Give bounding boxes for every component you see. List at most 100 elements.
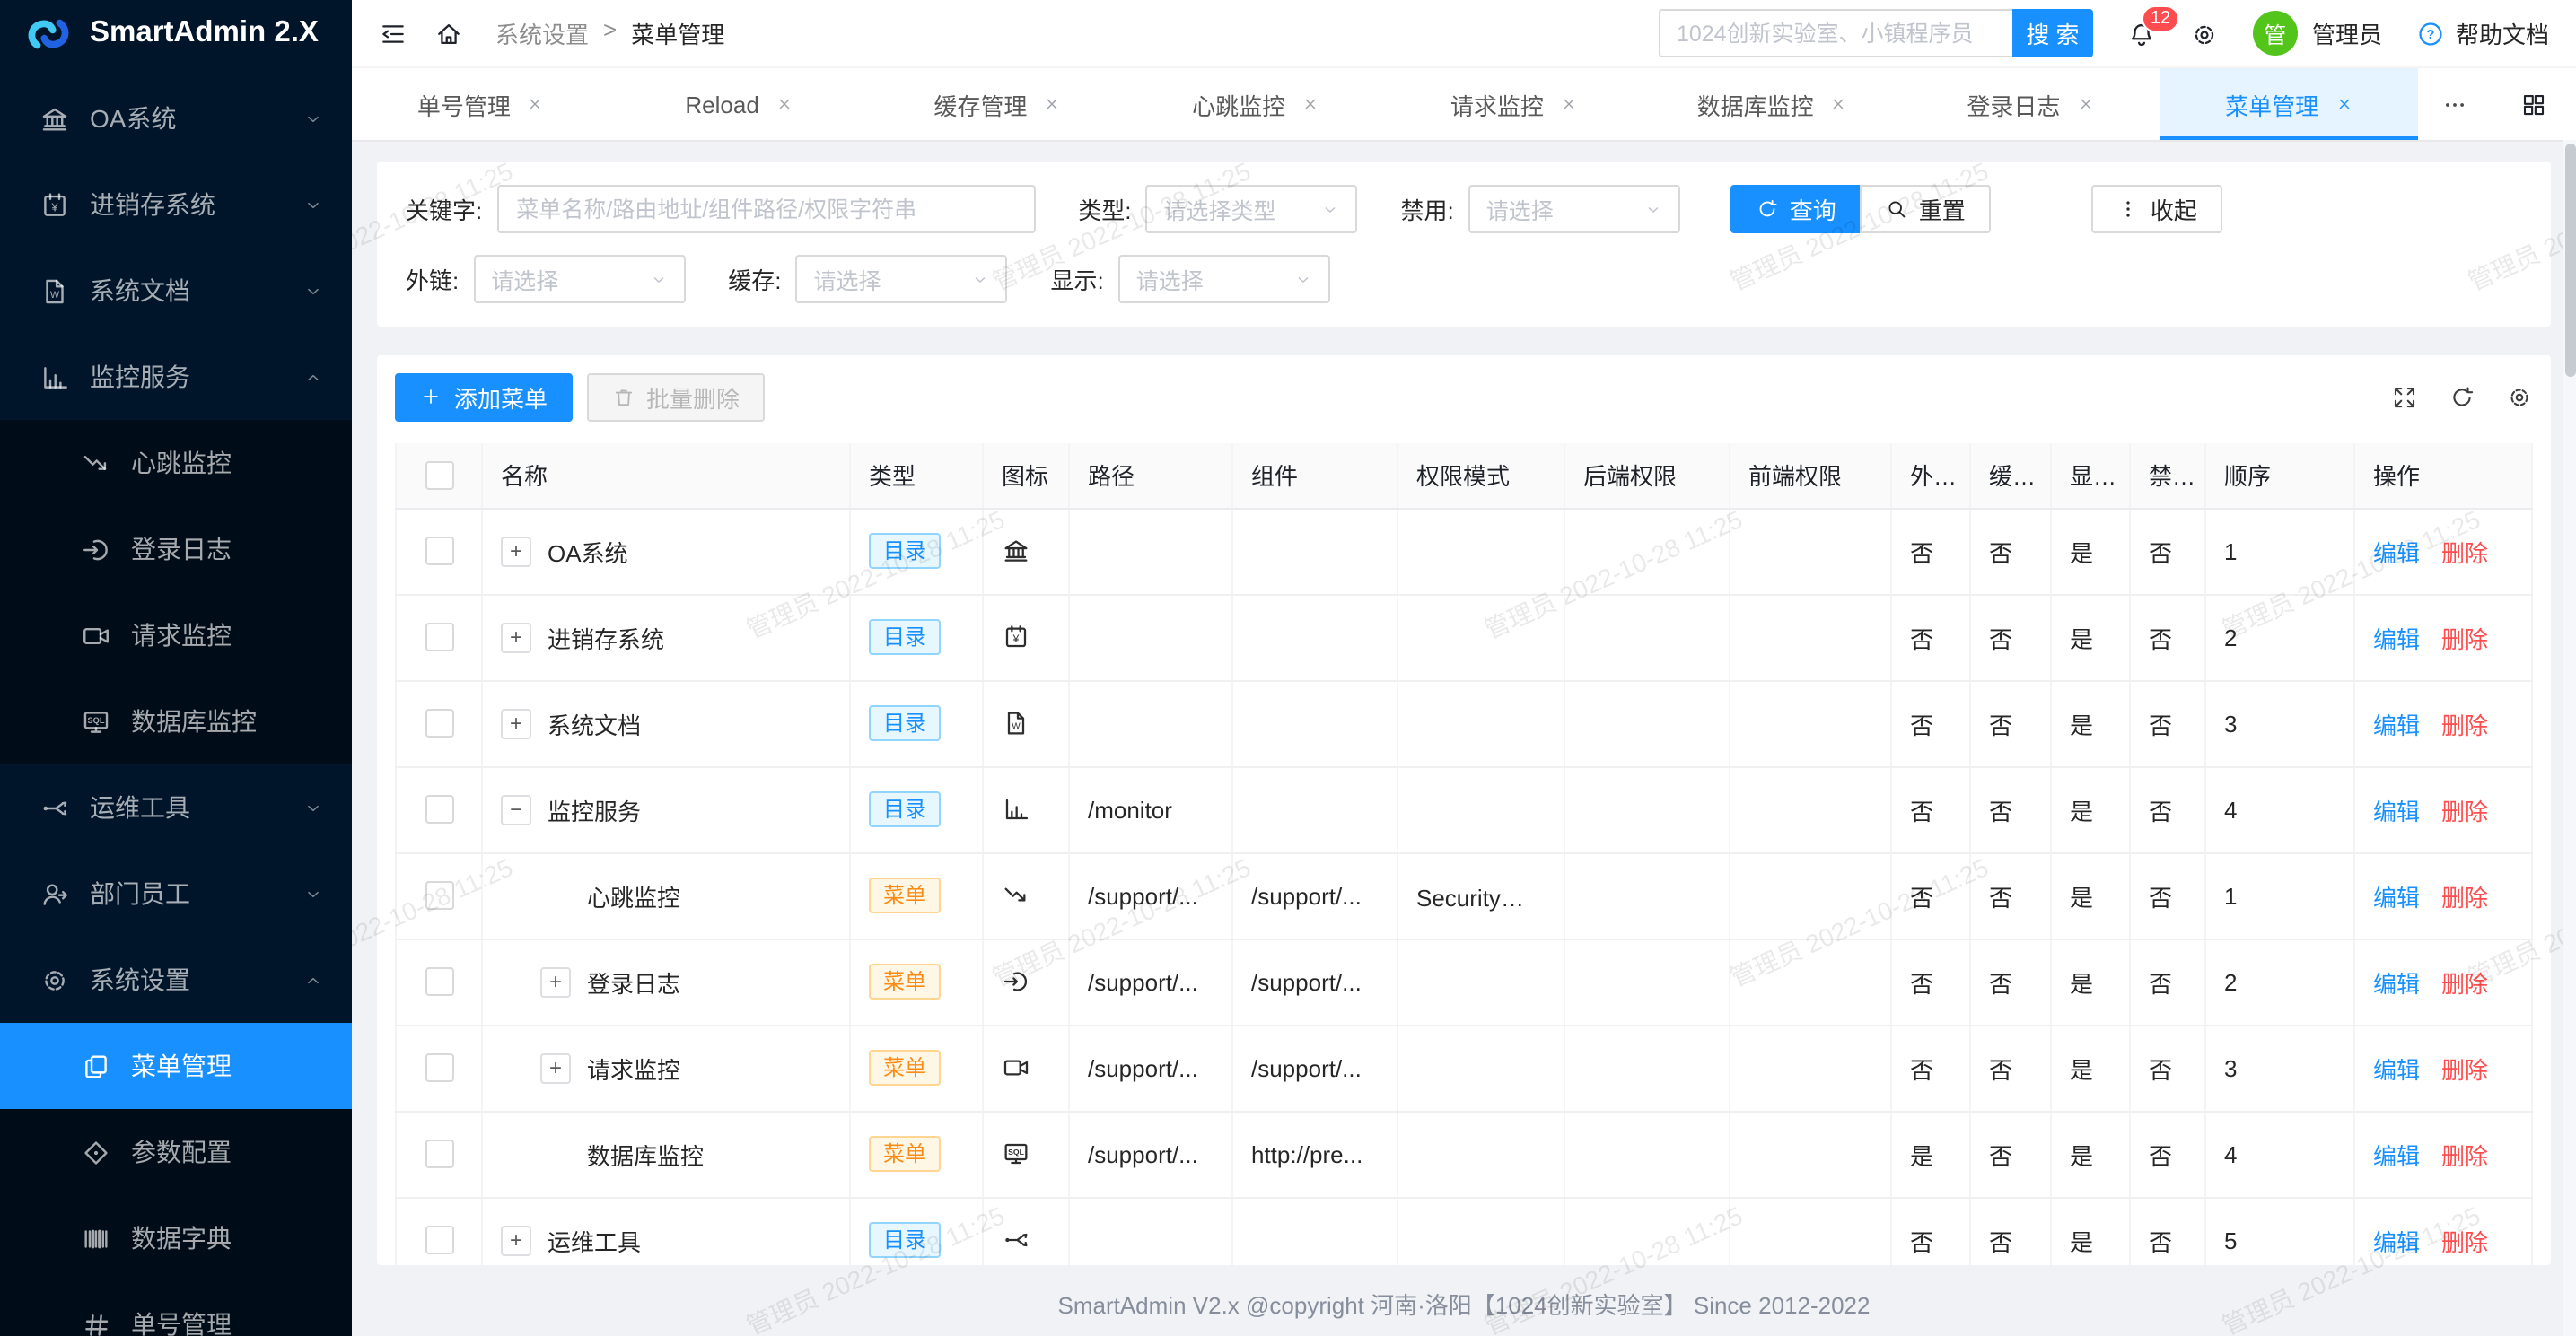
column-settings-icon[interactable] [2506,384,2533,411]
row-checkbox[interactable] [425,710,453,738]
close-icon[interactable] [1301,95,1319,113]
keyword-input[interactable] [496,185,1035,233]
expand-icon[interactable]: + [501,1225,531,1255]
edit-link[interactable]: 编辑 [2373,1228,2420,1255]
notification-bell[interactable]: 12 [2127,19,2156,48]
delete-link[interactable]: 删除 [2441,970,2488,997]
sidebar-item-params[interactable]: 参数配置 [0,1109,352,1195]
help-link[interactable]: ? 帮助文档 [2416,16,2549,50]
scrollbar-thumb[interactable] [2564,144,2575,377]
sidebar-item-request-monitor[interactable]: 请求监控 [0,592,352,678]
batch-delete-button[interactable]: 批量删除 [587,373,765,422]
icon-cell: W [983,680,1069,766]
type-tag: 菜单 [869,878,941,913]
sidebar-item-db-monitor[interactable]: SQL数据库监控 [0,678,352,764]
breadcrumb-parent[interactable]: 系统设置 [495,16,589,50]
scrollbar-track[interactable] [2563,140,2576,1336]
delete-link[interactable]: 删除 [2441,884,2488,911]
tab-serial[interactable]: 单号管理 [352,68,610,140]
close-icon[interactable] [1043,95,1061,113]
edit-link[interactable]: 编辑 [2373,970,2420,997]
sidebar-item-monitor[interactable]: 监控服务 [0,334,352,420]
sidebar-item-oa[interactable]: OA系统 [0,75,352,162]
disabled-select[interactable]: 请选择 [1468,185,1680,233]
menu-fold-icon[interactable] [379,19,407,48]
home-icon[interactable] [434,19,463,48]
close-icon[interactable] [527,95,545,113]
sidebar-item-heartbeat[interactable]: 心跳监控 [0,420,352,506]
expand-icon[interactable]: + [501,708,531,738]
delete-link[interactable]: 删除 [2441,798,2488,825]
external-cell: 否 [1891,939,1970,1025]
sidebar-item-ops[interactable]: 运维工具 [0,764,352,851]
sidebar-item-inventory[interactable]: ¥进销存系统 [0,162,352,248]
edit-link[interactable]: 编辑 [2373,1142,2420,1169]
sidebar-item-settings[interactable]: 系统设置 [0,937,352,1023]
add-menu-button[interactable]: 添加菜单 [395,373,573,422]
search-input[interactable] [1659,9,2012,57]
refresh-icon[interactable] [2449,384,2475,411]
edit-link[interactable]: 编辑 [2373,712,2420,738]
tab-menu[interactable]: 菜单管理 [2160,68,2418,140]
search-button[interactable]: 搜 索 [2012,9,2093,57]
close-icon[interactable] [2335,95,2353,113]
delete-link[interactable]: 删除 [2441,625,2488,652]
delete-link[interactable]: 删除 [2441,1056,2488,1083]
tab-request[interactable]: 请求监控 [1385,68,1643,140]
delete-link[interactable]: 删除 [2441,1142,2488,1169]
query-button[interactable]: 查询 [1730,185,1862,233]
edit-link[interactable]: 编辑 [2373,1056,2420,1083]
reset-button[interactable]: 重置 [1860,185,1991,233]
close-icon[interactable] [1560,95,1578,113]
row-checkbox[interactable] [425,1140,453,1169]
external-select[interactable]: 请选择 [473,255,685,303]
row-checkbox[interactable] [425,882,453,911]
tab-database[interactable]: 数据库监控 [1643,68,1902,140]
row-checkbox[interactable] [425,1227,453,1255]
close-icon[interactable] [2076,95,2094,113]
sidebar-item-login-log[interactable]: 登录日志 [0,506,352,592]
edit-link[interactable]: 编辑 [2373,539,2420,566]
delete-link[interactable]: 删除 [2441,1228,2488,1255]
collapse-icon[interactable]: − [501,794,531,825]
delete-link[interactable]: 删除 [2441,539,2488,566]
type-select[interactable]: 请选择类型 [1146,185,1358,233]
tab-login-log[interactable]: 登录日志 [1902,68,2160,140]
settings-gear-icon[interactable] [2190,19,2219,48]
sidebar-item-serial[interactable]: 单号管理 [0,1281,352,1336]
row-select-cell [396,852,482,939]
tab-layout-grid-button[interactable] [2490,68,2576,140]
cache-select[interactable]: 请选择 [796,255,1008,303]
user-menu[interactable]: 管 管理员 [2253,11,2382,56]
row-checkbox[interactable] [425,1054,453,1083]
visible-select[interactable]: 请选择 [1118,255,1330,303]
sidebar-item-menu-manage[interactable]: 菜单管理 [0,1023,352,1109]
order-cell: 1 [2205,508,2354,594]
row-checkbox[interactable] [425,796,453,825]
expand-icon[interactable]: + [501,622,531,652]
sidebar-item-docs[interactable]: W系统文档 [0,248,352,334]
fullscreen-icon[interactable] [2391,384,2418,411]
close-icon[interactable] [775,95,793,113]
tab-heartbeat[interactable]: 心跳监控 [1126,68,1385,140]
sidebar-item-dict[interactable]: 数据字典 [0,1195,352,1281]
tab-reload[interactable]: Reload [610,68,869,140]
collapse-button[interactable]: 收起 [2091,185,2222,233]
expand-icon[interactable]: + [540,1052,571,1083]
delete-link[interactable]: 删除 [2441,712,2488,738]
select-all-checkbox[interactable] [425,461,453,490]
select-all-cell [396,443,482,508]
expand-icon[interactable]: + [501,536,531,566]
row-checkbox[interactable] [425,624,453,652]
close-icon[interactable] [1830,95,1848,113]
edit-link[interactable]: 编辑 [2373,625,2420,652]
sidebar-item-staff[interactable]: 部门员工 [0,851,352,937]
edit-link[interactable]: 编辑 [2373,884,2420,911]
row-checkbox[interactable] [425,968,453,997]
tab-more-button[interactable] [2418,68,2490,140]
edit-link[interactable]: 编辑 [2373,798,2420,825]
tab-cache[interactable]: 缓存管理 [869,68,1127,140]
submenu-monitor: 心跳监控登录日志请求监控SQL数据库监控 [0,420,352,764]
expand-icon[interactable]: + [540,966,571,997]
row-checkbox[interactable] [425,537,453,566]
